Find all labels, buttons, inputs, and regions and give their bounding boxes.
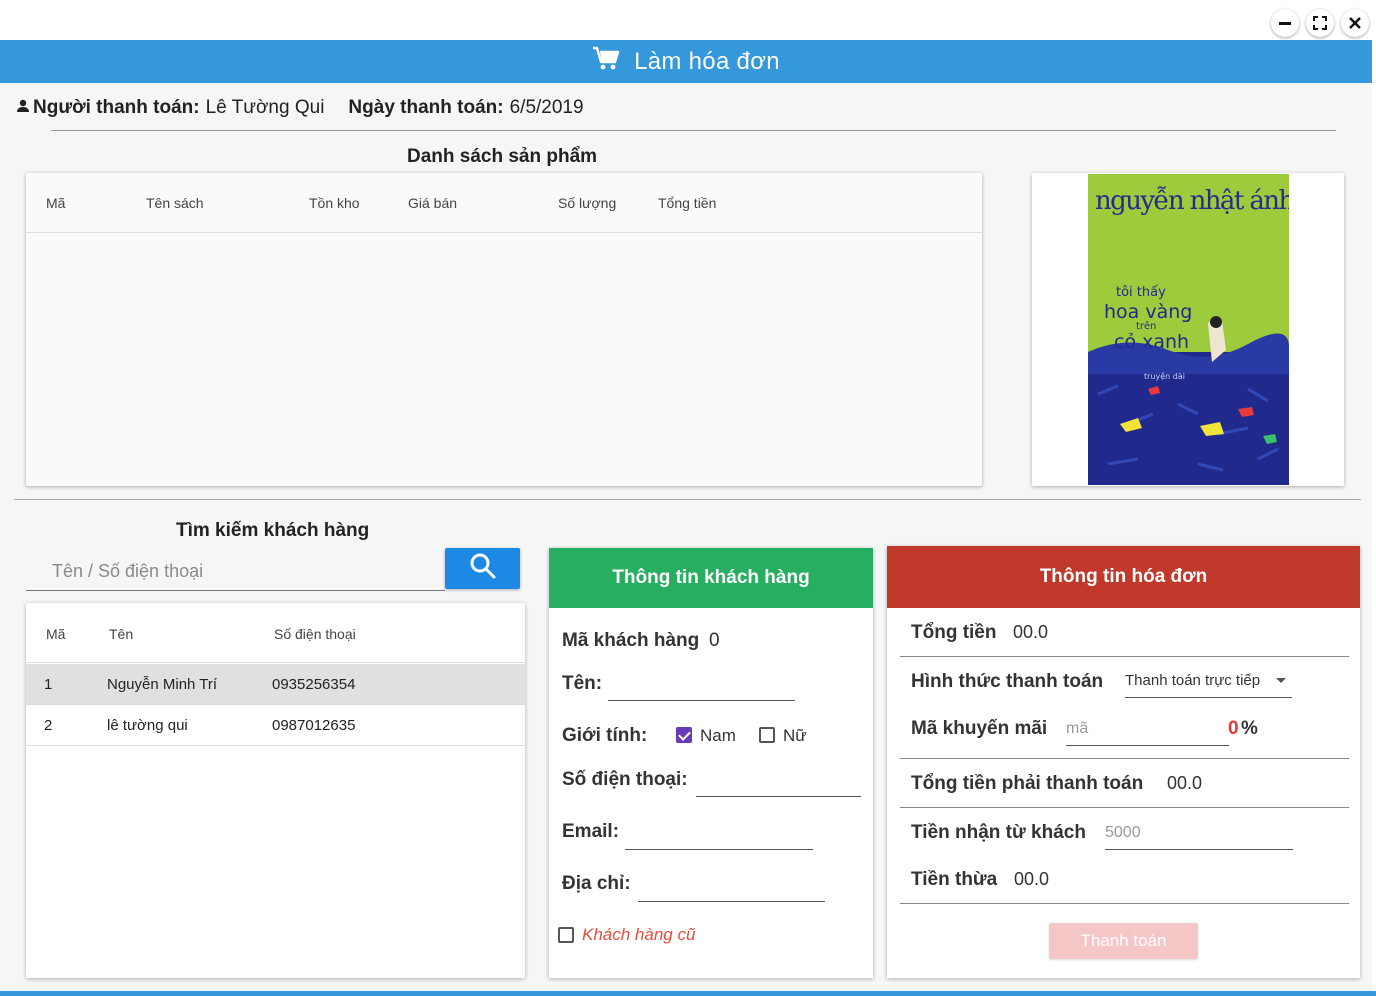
payment-date: 6/5/2019 — [509, 97, 584, 118]
received-amount-field[interactable] — [1105, 816, 1293, 850]
col-header-total[interactable]: Tổng tiền — [658, 195, 716, 211]
email-field[interactable] — [625, 811, 813, 850]
divider — [51, 130, 1336, 131]
cell-name: Nguyễn Minh Trí — [107, 676, 218, 693]
customer-info-panel: Thông tin khách hàng Mã khách hàng 0 Tên… — [549, 548, 873, 978]
window-bottom-border — [0, 991, 1376, 996]
search-button[interactable] — [445, 548, 520, 589]
cell-phone: 0935256354 — [272, 676, 356, 693]
search-icon — [469, 552, 497, 585]
page-title: Làm hóa đơn — [634, 47, 780, 75]
divider — [900, 903, 1349, 904]
col-header-title[interactable]: Tên sách — [146, 195, 204, 211]
table-row[interactable]: 1 Nguyễn Minh Trí 0935256354 — [26, 664, 525, 705]
phone-field[interactable] — [696, 758, 861, 797]
book-cover-card: nguyễn nhật ánh tôi thấy hoa vàng trên c… — [1032, 173, 1344, 486]
cart-icon — [592, 46, 620, 77]
received-label: Tiền nhận từ khách — [911, 822, 1086, 843]
payable-label: Tổng tiền phải thanh toán — [911, 773, 1144, 794]
payer-info: Người thanh toán: Lê Tường Qui Ngày than… — [16, 97, 584, 119]
date-label: Ngày thanh toán: — [348, 97, 504, 118]
gender-male-label: Nam — [700, 726, 736, 745]
phone-label: Số điện thoại: — [562, 769, 688, 790]
customer-search-field — [26, 553, 445, 591]
divider — [900, 807, 1349, 808]
customers-table[interactable]: Mã Tên Số điện thoại 1 Nguyễn Minh Trí 0… — [26, 603, 525, 978]
payer-label: Người thanh toán: — [33, 97, 200, 118]
payer-name: Lê Tường Qui — [205, 97, 325, 118]
products-title: Danh sách sản phẩm — [407, 146, 598, 167]
col-header-customer-phone[interactable]: Số điện thoại — [274, 626, 356, 642]
percent-sign: % — [1241, 718, 1258, 739]
customer-search-title: Tìm kiếm khách hàng — [176, 520, 370, 541]
col-header-customer-id[interactable]: Mã — [46, 626, 65, 642]
promo-percent-value: 0 — [1228, 718, 1239, 739]
cover-title-line4: cỏ xanh — [1114, 331, 1190, 353]
cell-phone: 0987012635 — [272, 717, 356, 734]
fullscreen-icon[interactable] — [1306, 9, 1334, 37]
gender-female-checkbox[interactable] — [759, 727, 775, 743]
user-icon — [16, 97, 30, 119]
customer-info-title: Thông tin khách hàng — [549, 548, 873, 608]
invoice-info-panel: Thông tin hóa đơn Tổng tiền 00.0 Hình th… — [887, 546, 1360, 978]
cell-id: 1 — [44, 676, 53, 693]
chevron-down-icon — [1276, 678, 1286, 683]
col-header-price[interactable]: Giá bán — [408, 195, 457, 211]
main-content: Người thanh toán: Lê Tường Qui Ngày than… — [0, 83, 1372, 991]
gender-male-checkbox[interactable] — [676, 727, 692, 743]
page-header: Làm hóa đơn — [0, 40, 1372, 83]
col-header-quantity[interactable]: Số lượng — [558, 195, 616, 211]
payment-method-select[interactable]: Thanh toán trực tiếp — [1125, 666, 1292, 698]
cover-subtitle: truyện dài — [1144, 372, 1185, 381]
name-field[interactable] — [608, 662, 795, 701]
table-header-divider — [26, 662, 525, 663]
book-cover-image: nguyễn nhật ánh tôi thấy hoa vàng trên c… — [1088, 174, 1289, 485]
table-header-divider — [26, 232, 982, 233]
old-customer-checkbox[interactable] — [558, 927, 574, 943]
products-table[interactable]: Mã Tên sách Tồn kho Giá bán Số lượng Tổn… — [26, 173, 982, 486]
divider — [900, 758, 1349, 759]
address-label: Địa chỉ: — [562, 873, 631, 894]
cell-name: lê tường qui — [107, 717, 188, 734]
payment-method-label: Hình thức thanh toán — [911, 671, 1104, 692]
gender-female-label: Nữ — [783, 726, 807, 745]
cell-id: 2 — [44, 717, 53, 734]
address-field[interactable] — [638, 863, 825, 902]
gender-label: Giới tính: — [562, 725, 648, 746]
total-value: 00.0 — [1013, 622, 1049, 642]
change-value: 00.0 — [1014, 869, 1050, 889]
customer-search-input[interactable] — [52, 553, 442, 590]
invoice-info-title: Thông tin hóa đơn — [887, 546, 1360, 608]
cover-title-line2: hoa vàng — [1104, 301, 1193, 323]
payment-method-value: Thanh toán trực tiếp — [1125, 672, 1261, 689]
close-icon[interactable] — [1341, 9, 1369, 37]
email-label: Email: — [562, 821, 620, 842]
minimize-icon[interactable] — [1271, 9, 1299, 37]
col-header-stock[interactable]: Tồn kho — [309, 195, 360, 211]
window-titlebar — [0, 0, 1376, 40]
promo-code-field[interactable] — [1066, 713, 1229, 746]
cover-title-line1: tôi thấy — [1116, 285, 1166, 300]
total-label: Tổng tiền — [911, 622, 997, 643]
payable-value: 00.0 — [1167, 773, 1203, 793]
pay-button[interactable]: Thanh toán — [1049, 923, 1198, 959]
table-row[interactable]: 2 lê tường qui 0987012635 — [26, 705, 525, 746]
col-header-id[interactable]: Mã — [46, 195, 65, 211]
cover-author: nguyễn nhật ánh — [1095, 186, 1289, 216]
customer-id-value: 0 — [709, 630, 720, 651]
col-header-customer-name[interactable]: Tên — [109, 626, 133, 642]
old-customer-label: Khách hàng cũ — [582, 925, 696, 944]
section-divider — [14, 499, 1361, 500]
promo-label: Mã khuyến mãi — [911, 718, 1048, 739]
change-label: Tiền thừa — [911, 869, 998, 890]
divider — [900, 656, 1349, 657]
name-label: Tên: — [562, 673, 603, 694]
customer-id-label: Mã khách hàng — [562, 630, 700, 651]
